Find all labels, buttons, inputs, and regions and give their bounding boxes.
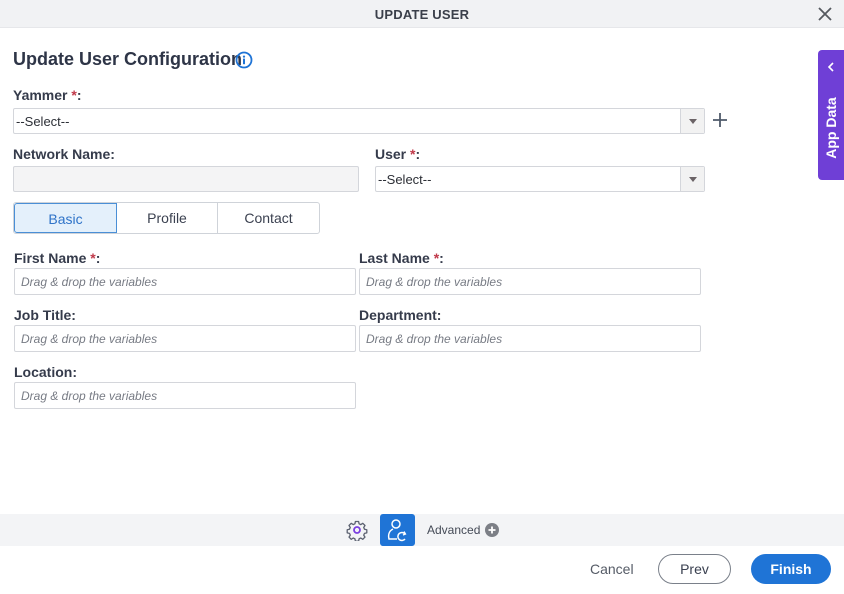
dialog-title: UPDATE USER	[374, 7, 470, 22]
last-name-label-text: Last Name	[359, 250, 430, 266]
location-field[interactable]: Drag & drop the variables	[14, 382, 356, 409]
title-bar: UPDATE USER	[0, 0, 844, 28]
first-name-label-text: First Name	[14, 250, 87, 266]
finish-button[interactable]: Finish	[751, 554, 831, 584]
app-data-label: App Data	[823, 97, 839, 159]
bottom-toolbar	[0, 514, 844, 546]
yammer-label: Yammer *:	[13, 87, 82, 103]
tab-basic[interactable]: Basic	[14, 203, 117, 233]
first-name-placeholder: Drag & drop the variables	[21, 275, 158, 289]
last-name-label: Last Name *:	[359, 250, 444, 266]
label-colon: :	[95, 250, 101, 266]
last-name-field[interactable]: Drag & drop the variables	[359, 268, 701, 295]
department-field[interactable]: Drag & drop the variables	[359, 325, 701, 352]
cancel-button[interactable]: Cancel	[590, 561, 634, 577]
first-name-field[interactable]: Drag & drop the variables	[14, 268, 356, 295]
tab-group: Basic Profile Contact	[13, 202, 320, 234]
user-select-value: --Select--	[378, 172, 432, 187]
job-title-field[interactable]: Drag & drop the variables	[14, 325, 356, 352]
chevron-left-icon	[827, 62, 834, 72]
user-select[interactable]: --Select--	[375, 166, 705, 192]
label-colon: :	[415, 146, 421, 162]
department-placeholder: Drag & drop the variables	[366, 332, 503, 346]
close-icon[interactable]	[816, 5, 834, 23]
department-label: Department:	[359, 307, 442, 323]
page-title: Update User Configuration	[13, 49, 243, 69]
advanced-toggle[interactable]: Advanced	[427, 523, 480, 537]
user-refresh-icon	[387, 519, 407, 542]
user-label-text: User	[375, 146, 407, 162]
network-name-field[interactable]	[13, 166, 359, 192]
info-icon[interactable]	[235, 51, 253, 69]
tab-profile[interactable]: Profile	[117, 203, 218, 233]
label-colon: :	[439, 250, 444, 266]
job-title-placeholder: Drag & drop the variables	[21, 332, 158, 346]
add-yammer-connection-icon[interactable]	[710, 110, 730, 130]
chevron-down-icon[interactable]	[680, 109, 704, 133]
yammer-label-text: Yammer	[13, 87, 68, 103]
chevron-down-icon[interactable]	[680, 167, 704, 191]
yammer-select[interactable]: --Select--	[13, 108, 705, 134]
tab-contact[interactable]: Contact	[218, 203, 319, 233]
prev-button[interactable]: Prev	[658, 554, 731, 584]
network-name-label: Network Name:	[13, 146, 115, 162]
job-title-label: Job Title:	[14, 307, 76, 323]
yammer-select-value: --Select--	[16, 114, 70, 129]
first-name-label: First Name *:	[14, 250, 100, 266]
app-data-panel-toggle[interactable]: App Data	[818, 50, 844, 180]
label-colon: :	[76, 87, 82, 103]
location-placeholder: Drag & drop the variables	[21, 389, 158, 403]
gear-icon[interactable]	[346, 519, 368, 541]
last-name-placeholder: Drag & drop the variables	[366, 275, 503, 289]
user-label: User *:	[375, 146, 420, 162]
location-label: Location:	[14, 364, 77, 380]
plus-circle-icon[interactable]	[485, 523, 499, 537]
user-sync-button[interactable]	[380, 514, 415, 546]
